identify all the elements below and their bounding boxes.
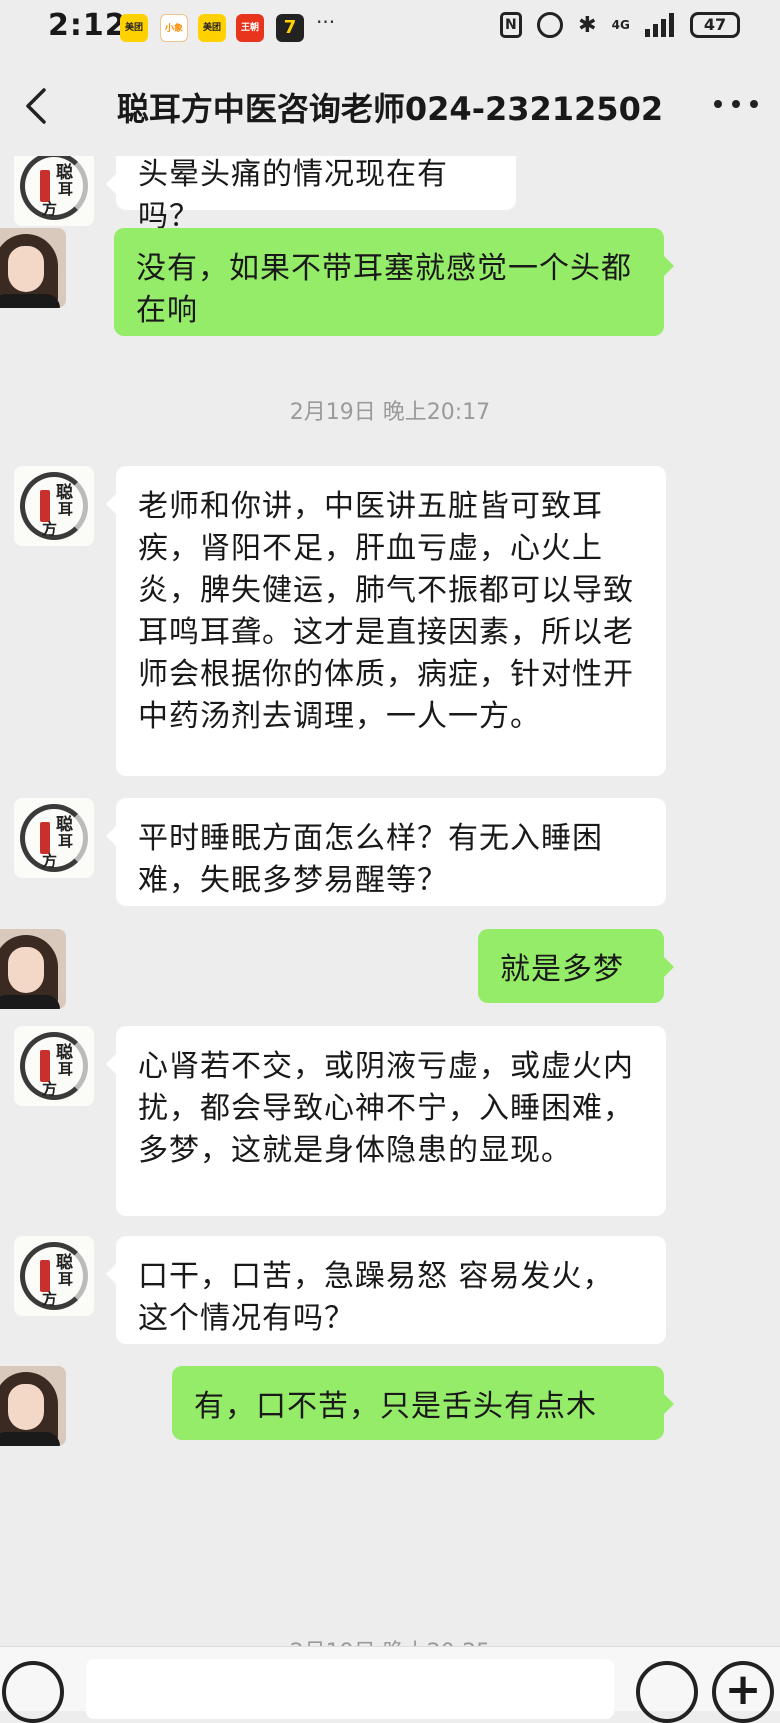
more-actions-plus-icon[interactable]: + bbox=[712, 1661, 774, 1723]
message-row: 就是多梦 bbox=[0, 929, 780, 1009]
message-row: 有，口不苦，只是舌头有点木 bbox=[0, 1366, 780, 1446]
received-message-bubble[interactable]: 老师和你讲，中医讲五脏皆可致耳疾，肾阳不足，肝血亏虚，心火上炎，脾失健运，肺气不… bbox=[106, 466, 666, 776]
sent-message-bubble[interactable]: 有，口不苦，只是舌头有点木 bbox=[172, 1366, 674, 1440]
voice-input-icon[interactable] bbox=[2, 1661, 64, 1723]
user-avatar[interactable] bbox=[0, 1366, 66, 1446]
message-row: 聪耳方 平时睡眠方面怎么样？有无入睡困难，失眠多梦易醒等？ bbox=[0, 798, 780, 906]
message-row: 聪耳方 头晕头痛的情况现在有吗？ bbox=[0, 156, 780, 234]
more-notifications-icon: ··· bbox=[316, 10, 336, 34]
app7-notification-icon: 7 bbox=[276, 14, 304, 42]
bluetooth-icon: ✱ bbox=[578, 12, 597, 38]
message-input[interactable] bbox=[86, 1659, 614, 1719]
signal-icon bbox=[644, 13, 675, 37]
user-avatar[interactable] bbox=[0, 929, 66, 1009]
received-message-bubble[interactable]: 口干，口苦，急躁易怒 容易发火，这个情况有吗？ bbox=[106, 1236, 666, 1344]
system-icons: N ✱ 4G 47 bbox=[490, 12, 740, 44]
status-time: 2:12 bbox=[48, 8, 127, 43]
status-bar: 2:12 美团 小象 美团 王朝 7 ··· N ✱ 4G 47 bbox=[0, 0, 780, 56]
doctor-avatar[interactable]: 聪耳方 bbox=[14, 466, 94, 546]
wangchao-notification-icon: 王朝 bbox=[236, 14, 264, 42]
message-row: 聪耳方 老师和你讲，中医讲五脏皆可致耳疾，肾阳不足，肝血亏虚，心火上炎，脾失健运… bbox=[0, 466, 780, 776]
back-arrow-icon[interactable] bbox=[18, 86, 58, 126]
received-message-bubble[interactable]: 头晕头痛的情况现在有吗？ bbox=[106, 156, 516, 234]
network-type-label: 4G bbox=[611, 18, 630, 32]
message-row: 聪耳方 心肾若不交，或阴液亏虚，或虚火内扰，都会导致心神不宁，入睡困难，多梦，这… bbox=[0, 1026, 780, 1216]
more-options-icon[interactable] bbox=[714, 88, 758, 118]
message-timestamp: 2月19日 晚上20:17 bbox=[289, 400, 491, 425]
alarm-icon bbox=[536, 12, 563, 38]
meituan-notification-icon: 美团 bbox=[120, 14, 148, 42]
nfc-icon: N bbox=[499, 12, 522, 38]
sent-message-bubble[interactable]: 就是多梦 bbox=[478, 929, 674, 1003]
input-bar: + bbox=[0, 1646, 780, 1723]
message-timestamp: 2月19日 晚上20:25 bbox=[0, 1634, 780, 1646]
message-row: 聪耳方 口干，口苦，急躁易怒 容易发火，这个情况有吗？ bbox=[0, 1236, 780, 1344]
received-message-bubble[interactable]: 心肾若不交，或阴液亏虚，或虚火内扰，都会导致心神不宁，入睡困难，多梦，这就是身体… bbox=[106, 1026, 666, 1216]
emoji-icon[interactable] bbox=[636, 1661, 698, 1723]
doctor-avatar[interactable]: 聪耳方 bbox=[14, 156, 94, 226]
chat-header: 聪耳方中医咨询老师024-23212502 bbox=[0, 56, 780, 156]
xiaoxiang-notification-icon: 小象 bbox=[160, 14, 188, 42]
sent-message-bubble[interactable]: 没有，如果不带耳塞就感觉一个头都在响 bbox=[114, 228, 674, 336]
chat-title: 聪耳方中医咨询老师024-23212502 bbox=[116, 90, 664, 128]
message-row: 没有，如果不带耳塞就感觉一个头都在响 bbox=[0, 228, 780, 336]
doctor-avatar[interactable]: 聪耳方 bbox=[14, 1236, 94, 1316]
doctor-avatar[interactable]: 聪耳方 bbox=[14, 798, 94, 878]
doctor-avatar[interactable]: 聪耳方 bbox=[14, 1026, 94, 1106]
meituan-notification-icon: 美团 bbox=[198, 14, 226, 42]
battery-icon: 47 bbox=[690, 12, 740, 38]
user-avatar[interactable] bbox=[0, 228, 66, 308]
message-list[interactable]: 聪耳方 头晕头痛的情况现在有吗？ 没有，如果不带耳塞就感觉一个头都在响 2月19… bbox=[0, 156, 780, 1646]
received-message-bubble[interactable]: 平时睡眠方面怎么样？有无入睡困难，失眠多梦易醒等？ bbox=[106, 798, 666, 906]
